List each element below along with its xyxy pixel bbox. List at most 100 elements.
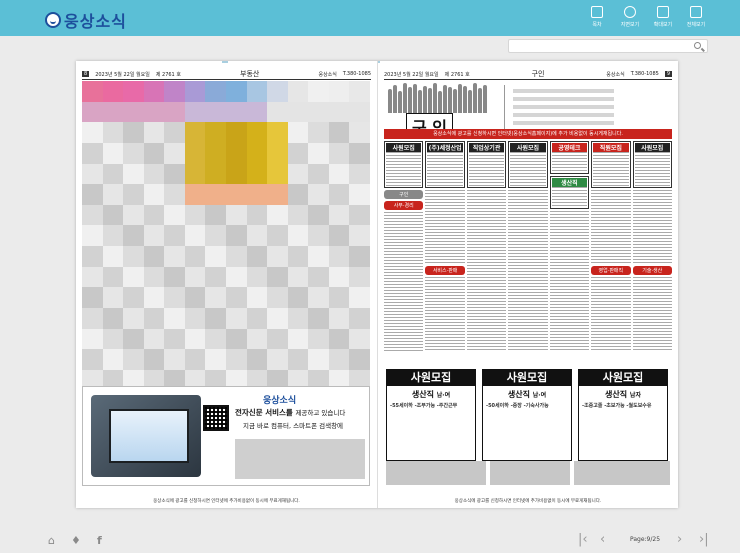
page-view-button[interactable]: 지면보기 xyxy=(617,6,643,32)
next-page-icon[interactable]: › xyxy=(677,532,682,547)
listing-box[interactable]: 공영테크 xyxy=(549,141,590,174)
mosaic-cell xyxy=(267,101,288,123)
mosaic-cell xyxy=(349,328,370,350)
mosaic-cell xyxy=(308,328,329,350)
mosaic-cell xyxy=(123,287,144,308)
mosaic-cell xyxy=(123,307,144,329)
mosaic-cell xyxy=(308,184,329,205)
listing-box[interactable]: 사원모집 xyxy=(508,141,548,188)
listing-header: 생산직 xyxy=(551,178,588,187)
top-bar: 웅상소식 목차 지면보기 확대보기 전체보기 xyxy=(0,0,740,36)
app-title: 웅상소식 xyxy=(64,12,127,31)
mosaic-cell xyxy=(328,307,350,329)
person-silhouette xyxy=(428,88,432,113)
category-tag: 사무·경리 xyxy=(384,201,424,210)
zoom-view-button[interactable]: 확대보기 xyxy=(650,6,676,32)
e-paper-ad[interactable]: 웅상소식 전자신문 서비스를 제공하고 있습니다 지금 바로 컴퓨터, 스마트폰… xyxy=(82,386,370,486)
listing-header: 사원모집 xyxy=(634,143,670,152)
mosaic-cell xyxy=(184,163,206,185)
mosaic-cell xyxy=(143,163,165,185)
full-view-button[interactable]: 전체보기 xyxy=(683,6,709,32)
mosaic-cell xyxy=(102,307,124,329)
mosaic-cell xyxy=(164,163,185,185)
mosaic-cell xyxy=(205,349,226,370)
mosaic-cell xyxy=(143,287,165,308)
column: 사원모집 구인 사무·경리 xyxy=(384,141,424,351)
mosaic-cell xyxy=(164,142,185,164)
recruit-ad[interactable]: 사원모집 생산직 남·여 -50세이하 -중장 -기숙사가능 xyxy=(482,369,572,461)
bottom-bar: ⌂ ♦ f |‹ ‹ Page:9/25 › ›| xyxy=(0,523,740,553)
mosaic-cell xyxy=(328,349,350,370)
paper-phone: T.380-1085 xyxy=(342,71,371,77)
paper-phone: T.380-1085 xyxy=(630,71,659,77)
mosaic-cell xyxy=(82,101,103,123)
first-page-icon[interactable]: |‹ xyxy=(578,532,588,547)
mosaic-cell xyxy=(82,225,103,246)
search-icon[interactable] xyxy=(694,42,701,49)
left-page[interactable]: 8 2023년 5월 22일 월요일 제 2761 호 부동산 웅상소식 T.3… xyxy=(76,61,377,508)
recruit-ad[interactable]: 사원모집 생산직 남자 -조중고졸 -초보가능 -월도보수유 xyxy=(578,369,668,461)
category-tag: 영업·판매직 xyxy=(591,266,631,275)
mosaic-cell xyxy=(102,142,124,164)
column: 공영테크 생산직 xyxy=(549,141,590,351)
mosaic-cell xyxy=(102,101,124,123)
mosaic-cell xyxy=(205,184,226,205)
mosaic-cell xyxy=(246,204,268,226)
listing-header: 사원모집 xyxy=(386,143,422,152)
person-silhouette xyxy=(403,83,407,113)
redacted-listings xyxy=(82,81,370,411)
mosaic-cell xyxy=(225,349,247,370)
toc-button[interactable]: 목차 xyxy=(584,6,610,32)
mosaic-cell xyxy=(287,163,309,185)
mosaic-cell xyxy=(205,287,226,308)
person-silhouette xyxy=(473,83,477,113)
mosaic-cell xyxy=(246,266,268,288)
person-silhouette xyxy=(478,88,482,113)
mosaic-cell xyxy=(246,349,268,370)
listing-header: 공영테크 xyxy=(551,143,588,152)
mosaic-cell xyxy=(184,122,206,143)
home-icon[interactable]: ⌂ xyxy=(48,534,55,547)
mosaic-cell xyxy=(102,81,124,102)
mosaic-cell xyxy=(123,163,144,185)
mosaic-cell xyxy=(82,349,103,370)
job-diagram xyxy=(504,85,674,133)
grid-icon xyxy=(690,6,702,18)
listing-box[interactable]: (주)세정산업 xyxy=(425,141,465,188)
last-page-icon[interactable]: ›| xyxy=(699,532,709,547)
app-logo[interactable]: 웅상소식 xyxy=(45,8,127,32)
recruit-main: 생산직 xyxy=(507,390,530,399)
listing-box[interactable]: 직원모집 xyxy=(591,141,631,188)
prev-page-icon[interactable]: ‹ xyxy=(600,532,605,547)
listing-text xyxy=(425,277,465,351)
column: 사원모집 기술·생산 xyxy=(632,141,672,351)
listing-header: 사원모집 xyxy=(510,143,546,152)
facebook-icon[interactable]: f xyxy=(97,534,102,547)
listing-box[interactable]: 직업상기관 xyxy=(466,141,507,188)
recruit-ad[interactable]: 사원모집 생산직 남·여 -55세이하 -조부가능 -주간근무 xyxy=(386,369,476,461)
mosaic-cell xyxy=(328,142,350,164)
mosaic-cell xyxy=(308,163,329,185)
person-silhouette xyxy=(443,85,447,113)
mosaic-cell xyxy=(267,328,288,350)
mosaic-cell xyxy=(205,246,226,267)
mosaic-cell xyxy=(246,225,268,246)
mosaic-cell xyxy=(164,122,185,143)
search-input[interactable] xyxy=(508,39,708,53)
listing-box[interactable]: 사원모집 xyxy=(632,141,672,188)
listing-box[interactable]: 생산직 xyxy=(549,176,590,209)
listing-header: 직업상기관 xyxy=(468,143,505,152)
recruit-title: 사원모집 xyxy=(387,370,475,386)
page-marker xyxy=(378,61,380,63)
mosaic-cell xyxy=(328,184,350,205)
mosaic-cell xyxy=(205,204,226,226)
person-silhouette xyxy=(463,86,467,113)
listing-box[interactable]: 사원모집 xyxy=(384,141,424,188)
right-page[interactable]: 2023년 5월 22일 월요일 제 2761 호 구인 웅상소식 T.380-… xyxy=(377,61,678,508)
mosaic-cell xyxy=(349,142,370,164)
page-viewer: 8 2023년 5월 22일 월요일 제 2761 호 부동산 웅상소식 T.3… xyxy=(76,61,678,508)
mosaic-cell xyxy=(349,287,370,308)
twitter-icon[interactable]: ♦ xyxy=(71,534,81,547)
mosaic-cell xyxy=(328,101,350,123)
mosaic-cell xyxy=(246,307,268,329)
